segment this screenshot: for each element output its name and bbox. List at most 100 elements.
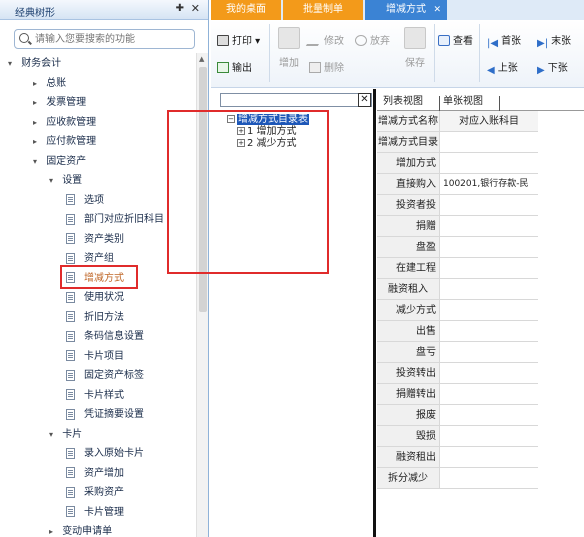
- cell-account[interactable]: 100201,银行存款-民: [440, 174, 538, 195]
- table-row[interactable]: 增减方式目录: [377, 132, 584, 153]
- table-row[interactable]: 捐赠转出: [377, 384, 584, 405]
- panel-splitter[interactable]: [373, 89, 376, 537]
- cell-account[interactable]: [440, 447, 538, 468]
- tree-item[interactable]: 采购资产: [66, 484, 124, 502]
- cell-account[interactable]: [440, 195, 538, 216]
- chevron-right-icon[interactable]: ▸: [33, 75, 43, 93]
- tree-item[interactable]: ▾ 卡片: [49, 426, 82, 444]
- table-row[interactable]: 增加方式: [377, 153, 584, 174]
- chevron-down-icon[interactable]: ▾: [8, 55, 18, 73]
- cell-account[interactable]: [440, 132, 538, 153]
- first-button[interactable]: |◀ 首张: [487, 34, 521, 50]
- tree-item[interactable]: 资产类别: [66, 231, 124, 249]
- chevron-right-icon[interactable]: ▸: [33, 114, 43, 132]
- tree-item[interactable]: 凭证摘要设置: [66, 406, 144, 424]
- cell-account[interactable]: [440, 426, 538, 447]
- tab-close-icon[interactable]: ✕: [433, 0, 441, 20]
- cell-account[interactable]: [440, 321, 538, 342]
- search-box[interactable]: [14, 29, 195, 49]
- tree-item[interactable]: ▸ 发票管理: [33, 94, 86, 112]
- cell-account[interactable]: [440, 237, 538, 258]
- table-row[interactable]: 直接购入 100201,银行存款-民: [377, 174, 584, 195]
- table-row[interactable]: 减少方式: [377, 300, 584, 321]
- tab-list-view[interactable]: 列表视图: [383, 93, 423, 111]
- table-row[interactable]: 毁损: [377, 426, 584, 447]
- tree-item[interactable]: 选项: [66, 192, 104, 210]
- discard-button[interactable]: 放弃: [355, 34, 390, 50]
- search-input[interactable]: [35, 32, 191, 46]
- tree-item[interactable]: ▾ 财务会计: [8, 55, 61, 73]
- tab-single-view[interactable]: 单张视图: [443, 93, 483, 111]
- chevron-down-icon[interactable]: ▾: [49, 426, 59, 444]
- cell-account[interactable]: [440, 363, 538, 384]
- tree-item[interactable]: 条码信息设置: [66, 328, 144, 346]
- cell-name[interactable]: 直接购入: [377, 174, 440, 195]
- cell-account[interactable]: [440, 384, 538, 405]
- scroll-up-icon[interactable]: ▲: [199, 55, 204, 63]
- cell-name[interactable]: 捐赠: [377, 216, 440, 237]
- prev-button[interactable]: ◀ 上张: [487, 61, 518, 77]
- cell-name[interactable]: 出售: [377, 321, 440, 342]
- cell-name[interactable]: 毁损: [377, 426, 440, 447]
- tree-item[interactable]: 卡片管理: [66, 504, 124, 522]
- close-icon[interactable]: ✕: [191, 2, 200, 15]
- table-row[interactable]: 捐赠: [377, 216, 584, 237]
- tree-item[interactable]: 卡片样式: [66, 387, 124, 405]
- table-row[interactable]: 出售: [377, 321, 584, 342]
- cell-name[interactable]: 盘盈: [377, 237, 440, 258]
- view-button[interactable]: 查看: [438, 34, 473, 50]
- table-row[interactable]: 融资租出: [377, 447, 584, 468]
- tree-item[interactable]: 资产增加: [66, 465, 124, 483]
- tree-item[interactable]: ▸ 应付款管理: [33, 133, 96, 151]
- save-button[interactable]: 保存: [400, 27, 430, 69]
- export-button[interactable]: 输出: [217, 61, 252, 77]
- cell-name[interactable]: 在建工程: [377, 258, 440, 279]
- tree-item[interactable]: ▸ 应收款管理: [33, 114, 96, 132]
- close-icon[interactable]: ✕: [358, 93, 371, 107]
- table-row[interactable]: 拆分减少: [377, 468, 584, 489]
- tab-batch-voucher[interactable]: 批量制单: [283, 0, 363, 20]
- chevron-right-icon[interactable]: ▸: [33, 133, 43, 151]
- cell-name[interactable]: 减少方式: [377, 300, 440, 321]
- cell-account[interactable]: [440, 279, 538, 300]
- column-header-account[interactable]: 对应入账科目: [440, 111, 538, 132]
- table-row[interactable]: 融资租入: [377, 279, 584, 300]
- cell-account[interactable]: [440, 405, 538, 426]
- last-button[interactable]: ▶| 末张: [537, 34, 571, 50]
- tree-item[interactable]: 使用状况: [66, 289, 124, 307]
- print-button[interactable]: 打印 ▾: [217, 34, 260, 50]
- cell-name[interactable]: 捐赠转出: [377, 384, 440, 405]
- delete-button[interactable]: 删除: [309, 61, 344, 77]
- tree-item[interactable]: 折旧方法: [66, 309, 124, 327]
- chevron-down-icon[interactable]: ▾: [33, 153, 43, 171]
- add-button[interactable]: 增加: [274, 27, 304, 69]
- cell-name[interactable]: 增减方式目录: [377, 132, 440, 153]
- table-row[interactable]: 投资者投: [377, 195, 584, 216]
- tree-item[interactable]: 固定资产标签: [66, 367, 144, 385]
- pin-icon[interactable]: ✚: [176, 3, 184, 14]
- table-row[interactable]: 盘盈: [377, 237, 584, 258]
- next-button[interactable]: ▶ 下张: [537, 61, 568, 77]
- tree-item[interactable]: ▸ 总账: [33, 75, 66, 93]
- cell-account[interactable]: [440, 258, 538, 279]
- cell-name[interactable]: 投资转出: [377, 363, 440, 384]
- table-row[interactable]: 盘亏: [377, 342, 584, 363]
- column-header-name[interactable]: 增减方式名称: [377, 111, 440, 132]
- cell-name[interactable]: 报废: [377, 405, 440, 426]
- tree-item[interactable]: 卡片项目: [66, 348, 124, 366]
- tab-change-method[interactable]: 增减方式 ✕: [365, 0, 447, 20]
- tree-item[interactable]: ▾ 固定资产: [33, 153, 86, 171]
- cell-name[interactable]: 融资租出: [377, 447, 440, 468]
- table-row[interactable]: 在建工程: [377, 258, 584, 279]
- tree-filter-box[interactable]: ✕: [220, 93, 372, 107]
- cell-account[interactable]: [440, 342, 538, 363]
- table-row[interactable]: 报废: [377, 405, 584, 426]
- edit-button[interactable]: 修改: [305, 34, 344, 50]
- cell-name[interactable]: 拆分减少: [377, 468, 440, 489]
- cell-account[interactable]: [440, 300, 538, 321]
- tree-item[interactable]: ▸ 变动申请单: [49, 523, 112, 537]
- chevron-right-icon[interactable]: ▸: [49, 523, 59, 537]
- cell-name[interactable]: 投资者投: [377, 195, 440, 216]
- cell-name[interactable]: 盘亏: [377, 342, 440, 363]
- tab-desktop[interactable]: 我的桌面: [211, 0, 281, 20]
